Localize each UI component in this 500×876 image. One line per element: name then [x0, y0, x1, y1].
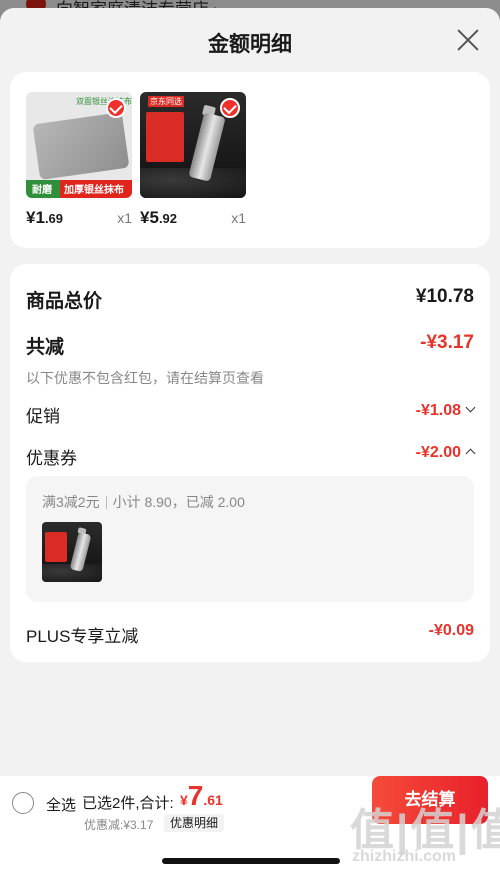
checkmark-icon[interactable] [106, 98, 126, 118]
discount-detail-button[interactable]: 优惠明细 [164, 814, 225, 832]
product-thumbnail[interactable]: 京东同选 [140, 92, 246, 198]
product-item[interactable]: 京东同选 ¥5.92 x1 [140, 92, 246, 227]
plus-value: -¥0.09 [428, 622, 474, 639]
thumb-tag-left-text: 耐磨 [32, 185, 52, 196]
plus-row: PLUS专享立减 -¥0.09 [26, 622, 474, 648]
cloth-image [32, 112, 130, 180]
summary-card: 商品总价 ¥10.78 共减 -¥3.17 以下优惠不包含红包，请在结算页查看 … [10, 264, 490, 662]
watermark-url: zhizhizhi.com [352, 848, 456, 865]
checkout-bar: 全选 已选2件,合计: ¥7.61 优惠减:¥3.17 优惠明细 去结算 值|值… [0, 776, 500, 876]
reduce-row: 共减 -¥3.17 [26, 332, 474, 360]
reduce-label: 共减 [26, 337, 65, 358]
coupon-detail-box: 满3减2元 小计 8.90，已减 2.00 [26, 476, 474, 602]
promo-value: -¥1.08 [415, 402, 461, 419]
promo-label: 促销 [26, 407, 60, 426]
total-amount: ¥7.61 [180, 780, 223, 811]
product-item[interactable]: 双面银丝清洁布 耐磨 加厚银丝抹布 ¥1.69 x1 [26, 92, 132, 227]
selected-info: 已选2件,合计: [82, 795, 174, 812]
thumb-tag-right-text: 加厚银丝抹布 [64, 185, 124, 196]
thumb-red-label [146, 112, 184, 162]
coupon-label: 优惠券 [26, 449, 77, 468]
watermark: 值|值|值 zhizhizhi.com [350, 794, 500, 874]
plus-label: PLUS专享立减 [26, 627, 139, 646]
discount-note: 以下优惠不包含红包，请在结算页查看 [26, 370, 264, 386]
separator [105, 496, 107, 509]
checkmark-icon[interactable] [220, 98, 240, 118]
home-indicator [162, 858, 340, 864]
promo-value-group[interactable]: -¥1.08 [415, 402, 476, 420]
product-price: ¥1.69 [26, 208, 64, 227]
coupon-value-group[interactable]: -¥2.00 [415, 444, 476, 462]
coupon-subtotal: 小计 8.90，已减 2.00 [112, 494, 245, 510]
total-value: ¥10.78 [415, 286, 474, 307]
product-thumbnail[interactable]: 双面银丝清洁布 耐磨 加厚银丝抹布 [26, 92, 132, 198]
coupon-row[interactable]: 优惠券 -¥2.00 [26, 444, 476, 470]
reduce-value: -¥3.17 [420, 332, 474, 353]
select-all-label[interactable]: 全选 [46, 794, 76, 815]
total-label: 商品总价 [26, 291, 103, 312]
product-quantity: x1 [231, 210, 246, 226]
thumb-red-label [45, 532, 67, 562]
product-quantity: x1 [117, 210, 132, 226]
product-thumb-tag: 京东同选 [148, 96, 184, 107]
coupon-value: -¥2.00 [415, 444, 461, 461]
product-price: ¥5.92 [140, 208, 178, 227]
coupon-product-thumbnail[interactable] [42, 522, 102, 582]
total-row: 商品总价 ¥10.78 [26, 286, 474, 314]
amount-detail-sheet: 金额明细 双面银丝清洁布 耐磨 加厚银丝抹布 ¥1.69 x1 京东同选 ¥5.… [0, 8, 500, 876]
select-all-radio[interactable] [12, 792, 34, 814]
sheet-title: 金额明细 [208, 33, 292, 56]
chevron-up-icon[interactable] [465, 448, 476, 459]
sheet-header: 金额明细 [0, 8, 500, 72]
promo-row[interactable]: 促销 -¥1.08 [26, 402, 476, 428]
chevron-down-icon[interactable] [465, 402, 476, 413]
coupon-rule: 满3减2元 [42, 494, 100, 510]
products-card: 双面银丝清洁布 耐磨 加厚银丝抹布 ¥1.69 x1 京东同选 ¥5.92 x1 [10, 72, 490, 248]
close-icon[interactable] [456, 28, 480, 52]
coupon-detail-line: 满3减2元 小计 8.90，已减 2.00 [42, 492, 245, 512]
discount-info: 优惠减:¥3.17 [84, 818, 154, 832]
